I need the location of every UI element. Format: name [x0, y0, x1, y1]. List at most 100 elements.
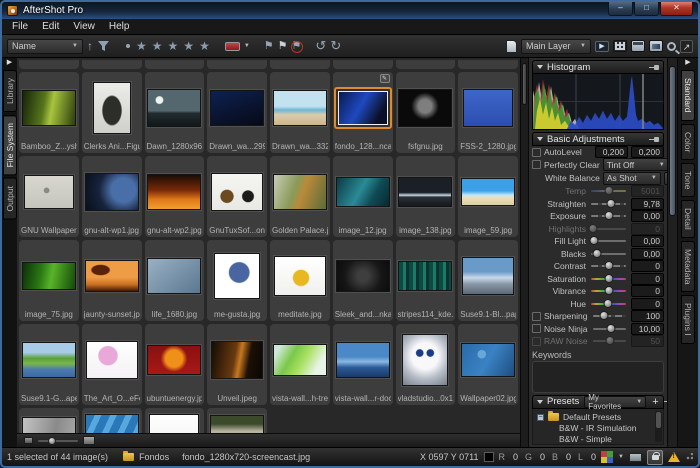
raw-noise-value[interactable]: 50 [631, 335, 664, 347]
contrast-value[interactable]: 0 [631, 260, 664, 272]
slider-handle[interactable] [604, 286, 613, 295]
exposure-slider[interactable] [591, 211, 626, 221]
thumbnail-cell[interactable]: gnu-alt-wp2.jpg [145, 156, 205, 237]
contrast-slider[interactable] [591, 261, 626, 271]
temp-value[interactable]: 5001 [631, 185, 664, 197]
flag-icon[interactable]: ⚑ [264, 41, 274, 52]
thumbnail-cell-clipped[interactable] [270, 60, 330, 69]
resize-grip[interactable] [685, 453, 693, 461]
layers-icon[interactable] [506, 40, 517, 53]
collapse-right-panel-icon[interactable]: ▶ [685, 59, 690, 67]
perfectly-clear-checkbox[interactable] [532, 160, 541, 169]
thumbnail-cell[interactable]: Clerks Ani...Figure.jpg [82, 72, 142, 153]
unflag-icon[interactable]: ⚑ [292, 41, 302, 52]
tab-plugins-i[interactable]: Plugins I [681, 295, 695, 344]
slider-handle[interactable] [589, 224, 598, 233]
thumbnail-image[interactable] [214, 253, 260, 299]
thumbnail-cell[interactable]: The_Art_O...eFear.jpg [82, 324, 142, 405]
thumbnail-cell[interactable]: fsfgnu.jpg [396, 72, 456, 153]
thumbnail-cell-clipped[interactable] [19, 60, 79, 69]
maximize-button[interactable]: □ [634, 2, 659, 16]
scrollbar-thumb[interactable] [669, 66, 676, 216]
highlights-slider[interactable] [591, 224, 626, 234]
slider-handle[interactable] [607, 199, 616, 208]
star-icon-2[interactable]: ★ [152, 40, 164, 52]
filter-funnel-icon[interactable] [97, 40, 110, 52]
proof-icon[interactable] [629, 453, 642, 462]
star-icon-3[interactable]: ★ [168, 40, 180, 52]
checkered-flag-icon[interactable]: ⚑ [278, 41, 288, 52]
rotate-left-icon[interactable]: ↺ [315, 40, 326, 52]
thumbnail-cell[interactable]: stripes114_kde.jpg [396, 240, 456, 321]
thumbnail-cell-clipped[interactable] [82, 60, 142, 69]
collapse-icon[interactable] [537, 137, 543, 141]
highlights-value[interactable]: 0 [631, 223, 664, 235]
thumbnail-cell[interactable]: vista-wall...h-tree.jpg [270, 324, 330, 405]
noise-ninja-checkbox[interactable] [532, 324, 541, 333]
thumbnail-cell[interactable] [82, 408, 142, 433]
thumbnail-cell[interactable] [145, 408, 205, 433]
menu-file[interactable]: File [5, 20, 35, 33]
star-icon-1[interactable]: ★ [136, 40, 148, 52]
thumbnail-image[interactable] [461, 178, 515, 206]
hue-slider[interactable] [591, 299, 626, 309]
add-preset-icon[interactable]: + [652, 397, 658, 407]
menu-view[interactable]: View [66, 20, 102, 33]
thumbnail-image[interactable] [273, 344, 327, 376]
saturation-slider[interactable] [591, 274, 626, 284]
preview-view-icon[interactable] [649, 40, 663, 52]
pin-icon[interactable] [649, 64, 659, 71]
thumbnail-image[interactable] [273, 90, 327, 126]
straighten-value[interactable]: 9,78 [631, 198, 664, 210]
slider-handle[interactable] [604, 211, 613, 220]
slider-handle[interactable] [599, 311, 608, 320]
minimize-button[interactable]: – [608, 2, 633, 16]
histogram-header[interactable]: Histogram [532, 60, 664, 74]
collapse-icon[interactable] [537, 65, 543, 69]
straighten-slider[interactable] [591, 199, 626, 209]
thumbnail-cell[interactable]: FSS-2_1280.jpg [458, 72, 518, 153]
slideshow-icon[interactable]: ▶ [595, 41, 609, 52]
raw-noise-checkbox[interactable] [532, 337, 541, 346]
presets-header[interactable]: Presets My Favorites▼ + [532, 395, 664, 409]
thumbnail-image[interactable] [22, 90, 76, 126]
star-icon-5[interactable]: ★ [199, 40, 211, 52]
thumbnail-cell[interactable] [19, 408, 79, 433]
thumbnail-image[interactable] [86, 341, 138, 379]
thumbnail-cell[interactable]: Suse9.1-Bl...papers.jpg [458, 240, 518, 321]
thumbnail-image[interactable] [210, 415, 264, 434]
layer-select[interactable]: Main Layer▼ [521, 39, 591, 54]
thumbnail-cell-clipped[interactable] [145, 60, 205, 69]
presets-scrollbar[interactable] [655, 411, 662, 443]
thumbnail-cell[interactable]: vista-wall...r-dock.jpg [333, 324, 393, 405]
thumbnail-image[interactable] [93, 82, 131, 134]
close-button[interactable]: ✕ [660, 2, 693, 16]
warning-icon[interactable] [668, 452, 680, 462]
star-icon-4[interactable]: ★ [183, 40, 195, 52]
chevron-down-icon[interactable]: ▼ [618, 454, 624, 460]
hue-value[interactable]: 0 [631, 298, 664, 310]
thumbnail-image[interactable] [147, 345, 201, 375]
rotate-right-icon[interactable]: ↻ [330, 40, 341, 52]
thumbnail-cell[interactable]: Drawn_wa...332_.jpg [270, 72, 330, 153]
thumbnail-view-icon[interactable] [613, 40, 627, 52]
slider-handle[interactable] [604, 186, 613, 195]
magnifier-icon[interactable] [667, 42, 676, 51]
preset-item[interactable]: B&W - IR Simulation [537, 423, 654, 434]
color-management-icon[interactable] [601, 451, 613, 463]
thumbnail-cell[interactable]: Dawn_1280x960.jpg [145, 72, 205, 153]
vibrance-slider[interactable] [591, 286, 626, 296]
perfectly-clear-select[interactable]: Tint Off▼ [603, 158, 667, 171]
thumbnail-cell-clipped[interactable] [458, 60, 518, 69]
thumbnail-cell-clipped[interactable] [207, 60, 267, 69]
autolevel-checkbox[interactable] [532, 148, 541, 157]
sharpening-checkbox[interactable] [532, 312, 541, 321]
thumbnail-image[interactable] [274, 256, 326, 296]
menu-edit[interactable]: Edit [35, 20, 66, 33]
tab-detail[interactable]: Detail [681, 200, 695, 238]
thumbnail-image[interactable] [402, 334, 448, 386]
thumbnail-cell[interactable]: life_1680.jpg [145, 240, 205, 321]
slider-handle[interactable] [604, 274, 613, 283]
thumbnail-cell[interactable]: Unveil.jpeg [207, 324, 267, 405]
tab-color[interactable]: Color [681, 124, 695, 160]
